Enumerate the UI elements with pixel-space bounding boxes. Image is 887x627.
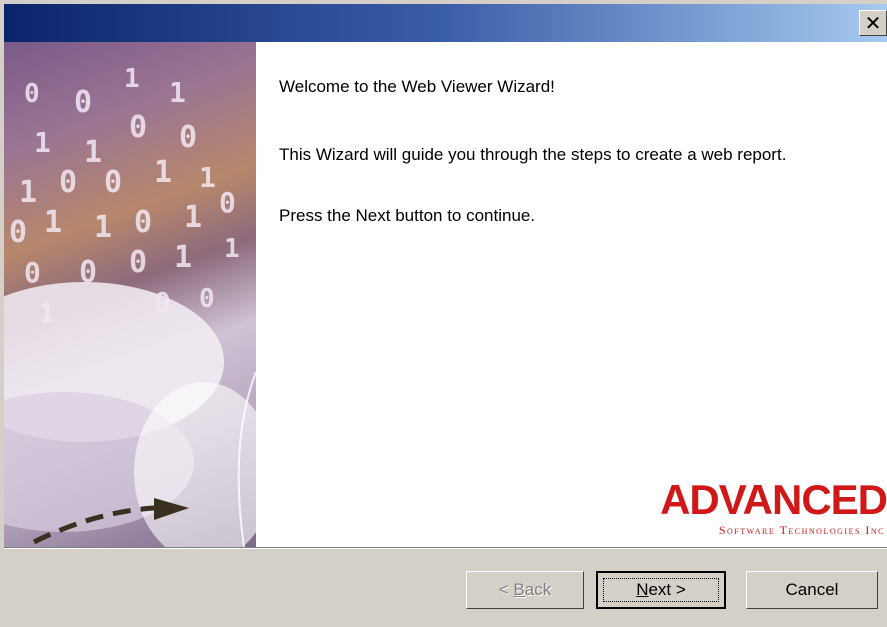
svg-text:0: 0	[79, 255, 97, 290]
back-button[interactable]: < Back	[466, 571, 584, 609]
wizard-side-image: 0 0 1 1 1 1 0 0 1 0 0 1 1 0 1 1 0 1 0 0 …	[4, 42, 256, 547]
welcome-heading: Welcome to the Web Viewer Wizard!	[279, 77, 555, 96]
svg-text:0: 0	[129, 110, 147, 145]
svg-text:1: 1	[94, 210, 112, 245]
close-icon: ✕	[864, 11, 882, 35]
svg-text:1: 1	[154, 155, 172, 190]
company-logo: ADVANCED Software Technologies Inc	[642, 476, 887, 538]
svg-text:1: 1	[224, 234, 240, 264]
svg-text:0: 0	[219, 186, 236, 219]
svg-text:1: 1	[84, 135, 102, 170]
svg-text:1: 1	[174, 240, 192, 275]
binary-digits-graphic: 0 0 1 1 1 1 0 0 1 0 0 1 1 0 1 1 0 1 0 0 …	[4, 64, 256, 547]
svg-text:0: 0	[154, 286, 171, 319]
svg-text:1: 1	[39, 299, 55, 329]
svg-text:0: 0	[179, 120, 197, 155]
wizard-window: ✕ 0 0 1 1 1 1 0 0 1 0 0 1 1 0 1 1 0 1 0 …	[0, 0, 887, 627]
wizard-content: 0 0 1 1 1 1 0 0 1 0 0 1 1 0 1 1 0 1 0 0 …	[4, 42, 887, 547]
svg-text:0: 0	[129, 245, 147, 280]
back-button-label: < Back	[498, 580, 552, 599]
focus-rectangle	[603, 578, 719, 602]
svg-text:0: 0	[134, 205, 152, 240]
title-bar[interactable]: ✕	[4, 4, 887, 42]
wizard-description: This Wizard will guide you through the s…	[279, 145, 787, 164]
svg-text:0: 0	[24, 256, 41, 289]
svg-text:0: 0	[104, 165, 122, 200]
svg-text:1: 1	[124, 64, 140, 94]
cancel-button[interactable]: Cancel	[746, 571, 878, 609]
svg-text:1: 1	[44, 205, 62, 240]
svg-text:0: 0	[24, 79, 40, 109]
svg-text:0: 0	[9, 215, 27, 250]
svg-text:1: 1	[19, 175, 37, 210]
button-divider	[4, 547, 887, 549]
svg-text:0: 0	[74, 85, 92, 120]
svg-text:1: 1	[34, 126, 51, 159]
next-button[interactable]: Next >	[596, 571, 726, 609]
cancel-button-label: Cancel	[785, 580, 839, 599]
close-button[interactable]: ✕	[859, 10, 887, 36]
wizard-instruction: Press the Next button to continue.	[279, 206, 536, 225]
svg-text:0: 0	[199, 284, 215, 314]
logo-tagline: Software Technologies Inc	[718, 523, 885, 537]
logo-name: ADVANCED	[660, 476, 887, 523]
svg-text:0: 0	[59, 165, 77, 200]
svg-text:1: 1	[199, 161, 216, 194]
svg-text:1: 1	[169, 76, 186, 109]
svg-text:1: 1	[184, 200, 202, 235]
